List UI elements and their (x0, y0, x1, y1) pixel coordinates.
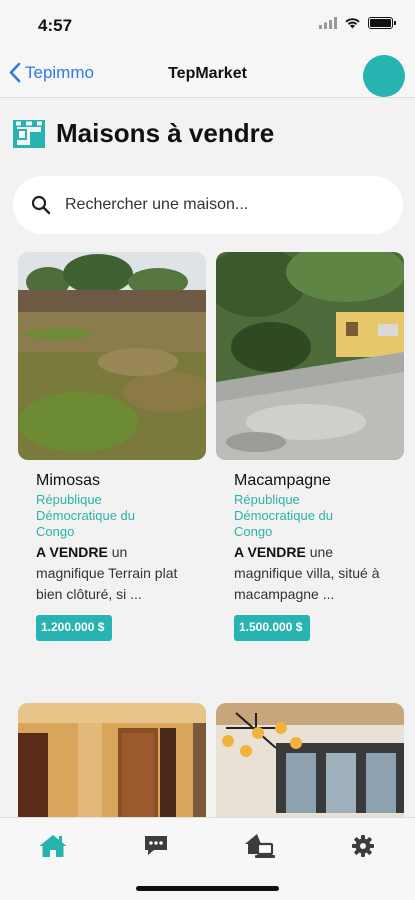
tab-messages[interactable] (139, 832, 173, 860)
signal-icon (319, 17, 337, 29)
gear-icon (352, 835, 374, 857)
tab-my-listings[interactable] (243, 832, 277, 860)
listing-card[interactable]: Mimosas République Démocratique du Congo… (18, 252, 206, 641)
listing-location: République Démocratique du Congo (234, 492, 333, 539)
home-icon (39, 835, 67, 857)
wifi-icon (345, 18, 360, 29)
house-laptop-icon (245, 834, 275, 858)
page-header: Maisons à vendre (12, 118, 274, 149)
status-time: 4:57 (38, 16, 73, 35)
listing-title: Macampagne (234, 472, 331, 489)
listing-description: A VENDRE un magnifique Terrain plat bien… (36, 542, 188, 605)
listing-description: A VENDRE une magnifique villa, situé à m… (234, 542, 386, 605)
search-bar[interactable] (13, 176, 403, 234)
tab-bar (0, 817, 415, 900)
search-icon (31, 195, 51, 215)
avatar[interactable] (363, 55, 405, 97)
listing-status: A VENDRE (234, 544, 306, 560)
listing-photo-land[interactable] (18, 252, 206, 460)
search-input[interactable] (65, 196, 365, 214)
tab-home[interactable] (36, 832, 70, 860)
battery-icon (368, 17, 396, 29)
status-bar: 4:57 (0, 0, 415, 52)
listing-location: République Démocratique du Congo (36, 492, 135, 539)
listing-title: Mimosas (36, 472, 101, 489)
listing-status: A VENDRE (36, 544, 108, 560)
listing-card[interactable]: Macampagne République Démocratique du Co… (216, 252, 404, 641)
chat-icon (145, 836, 167, 855)
nav-title: TepMarket (168, 65, 247, 82)
tab-settings[interactable] (346, 832, 380, 860)
nav-bar: Tepimmo TepMarket (0, 52, 415, 98)
listing-photo-villa[interactable] (216, 252, 404, 460)
page-title: Maisons à vendre (56, 118, 275, 148)
market-icon (13, 119, 45, 148)
price-badge[interactable]: 1.500.000 $ (234, 615, 310, 641)
status-icons (319, 17, 396, 29)
home-indicator (136, 886, 279, 891)
price-badge[interactable]: 1.200.000 $ (36, 615, 112, 641)
